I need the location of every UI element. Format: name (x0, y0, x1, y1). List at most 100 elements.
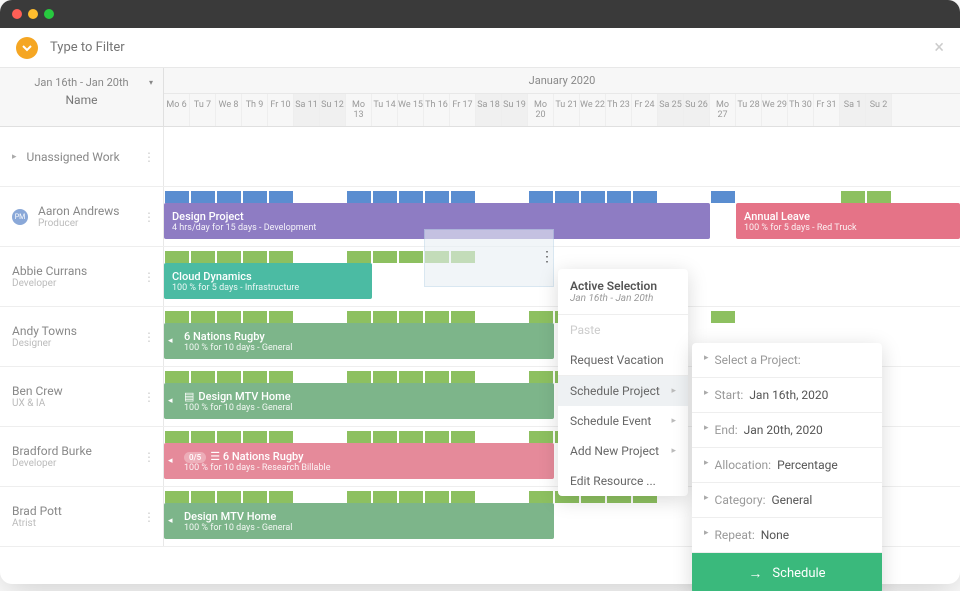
schedule-project-panel: ▸Select a Project: ▸Start: Jan 16th, 202… (692, 343, 882, 591)
task-bar[interactable]: Annual Leave100 % for 5 days - Red Truck (736, 203, 960, 239)
menu-item[interactable]: Schedule Project▸ (558, 376, 688, 406)
more-icon[interactable]: ⋮ (143, 330, 155, 344)
day-cell: Mo 6 (164, 94, 190, 126)
option-row[interactable]: ▸Repeat: None (692, 518, 882, 553)
menu-item[interactable]: Schedule Event▸ (558, 406, 688, 436)
arrow-left-icon: ◂ (168, 396, 173, 406)
menu-item[interactable]: Request Vacation (558, 345, 688, 375)
resource-side[interactable]: Brad PottAtrist⋮ (0, 487, 164, 546)
more-icon[interactable]: ⋮ (143, 510, 155, 524)
resource-side[interactable]: Ben CrewUX & IA⋮ (0, 367, 164, 426)
caret-icon: ▸ (704, 423, 709, 437)
caret-icon: ▸ (12, 152, 17, 162)
more-icon[interactable]: ⋮ (143, 150, 155, 164)
caret-icon: ▸ (704, 353, 709, 367)
resource-name: Andy Towns (12, 324, 77, 338)
task-bar[interactable]: Cloud Dynamics100 % for 5 days - Infrast… (164, 263, 372, 299)
day-cell: We 8 (216, 94, 242, 126)
option-row[interactable]: ▸Allocation: Percentage (692, 448, 882, 483)
menu-item: Paste (558, 315, 688, 345)
day-cell: Fr 17 (450, 94, 476, 126)
arrow-left-icon: ◂ (168, 456, 173, 466)
arrow-right-icon: ▸ (671, 446, 676, 456)
day-cell: Su 12 (320, 94, 346, 126)
name-column-label: Name (8, 93, 155, 107)
resource-track[interactable]: Design Project4 hrs/day for 15 days - De… (164, 187, 960, 246)
more-icon[interactable]: ⋮ (143, 450, 155, 464)
resource-name: Bradford Burke (12, 444, 92, 458)
task-bar[interactable]: ◂▤Design MTV Home100 % for 10 days - Gen… (164, 383, 554, 419)
day-cell: Sa 25 (658, 94, 684, 126)
day-cell: Th 23 (606, 94, 632, 126)
day-cell: Sa 1 (840, 94, 866, 126)
arrow-right-icon: → (748, 565, 762, 582)
more-icon[interactable]: ⋮ (143, 270, 155, 284)
list-icon: ☰ (210, 450, 220, 463)
month-label: January 2020 (164, 68, 960, 94)
day-cell: Mo 13 (346, 94, 372, 126)
day-cell: Mo 27 (710, 94, 736, 126)
resource-role: Producer (38, 218, 120, 229)
context-menu: Active Selection Jan 16th - Jan 20th Pas… (558, 269, 688, 496)
filter-input[interactable] (50, 40, 922, 55)
day-cell: We 29 (762, 94, 788, 126)
day-cell: Su 26 (684, 94, 710, 126)
close-dot[interactable] (12, 9, 22, 19)
day-cell: We 22 (580, 94, 606, 126)
caret-icon: ▸ (704, 528, 709, 542)
arrow-left-icon: ◂ (168, 516, 173, 526)
date-range-picker[interactable]: Jan 16th - Jan 20th▾ (8, 76, 155, 89)
arrow-right-icon: ▸ (671, 416, 676, 426)
caret-icon: ▸ (704, 458, 709, 472)
selection-handle-icon[interactable]: ⋮ (540, 249, 554, 265)
arrow-left-icon: ◂ (168, 336, 173, 346)
day-cell: Fr 10 (268, 94, 294, 126)
availability-bar (164, 191, 960, 203)
resource-role: UX & IA (12, 398, 63, 409)
window-titlebar (0, 0, 960, 28)
unassigned-row[interactable]: ▸ Unassigned Work ⋮ (0, 127, 960, 187)
task-bar[interactable]: ◂Design MTV Home100 % for 10 days - Gene… (164, 503, 554, 539)
close-icon[interactable]: × (934, 37, 944, 58)
day-cell: We 15 (398, 94, 424, 126)
day-cell: Th 9 (242, 94, 268, 126)
sidebar-header: Jan 16th - Jan 20th▾ Name (0, 68, 164, 126)
menu-item[interactable]: Add New Project▸ (558, 436, 688, 466)
zoom-dot[interactable] (44, 9, 54, 19)
option-row[interactable]: ▸End: Jan 20th, 2020 (692, 413, 882, 448)
resource-name: Aaron Andrews (38, 204, 120, 218)
caret-icon: ▸ (704, 493, 709, 507)
doc-icon: ▤ (184, 390, 194, 403)
day-cell: Mo 20 (528, 94, 554, 126)
day-cell: Fr 24 (632, 94, 658, 126)
more-icon[interactable]: ⋮ (143, 390, 155, 404)
resource-side[interactable]: Bradford BurkeDeveloper ⋮ (0, 427, 164, 486)
task-bar[interactable]: ◂6 Nations Rugby100 % for 10 days - Gene… (164, 323, 554, 359)
context-menu-header: Active Selection Jan 16th - Jan 20th (558, 269, 688, 315)
resource-side[interactable]: Andy TownsDesigner⋮ (0, 307, 164, 366)
chevron-down-icon: ▾ (149, 78, 153, 87)
minimize-dot[interactable] (28, 9, 38, 19)
timeline-header: Jan 16th - Jan 20th▾ Name January 2020 M… (0, 68, 960, 127)
toolbar: × (0, 28, 960, 68)
menu-item[interactable]: Edit Resource ... (558, 466, 688, 496)
day-cell: Th 30 (788, 94, 814, 126)
day-cell: Su 2 (866, 94, 892, 126)
more-icon[interactable]: ⋮ (143, 210, 155, 224)
day-cell: Tu 14 (372, 94, 398, 126)
option-row[interactable]: ▸Select a Project: (692, 343, 882, 378)
selection-overlay (424, 229, 554, 287)
task-badge: 0/5 (184, 452, 206, 463)
resource-role: Developer (12, 278, 87, 289)
day-cell: Tu 28 (736, 94, 762, 126)
option-row[interactable]: ▸Category: General (692, 483, 882, 518)
resource-side[interactable]: PMAaron AndrewsProducer⋮ (0, 187, 164, 246)
schedule-button[interactable]: → Schedule (692, 553, 882, 591)
schedule-body: ▸ Unassigned Work ⋮ PMAaron AndrewsProdu… (0, 127, 960, 591)
option-row[interactable]: ▸Start: Jan 16th, 2020 (692, 378, 882, 413)
task-bar[interactable]: ◂0/5☰ 6 Nations Rugby100 % for 10 days -… (164, 443, 554, 479)
resource-side[interactable]: Abbie CurransDeveloper⋮ (0, 247, 164, 306)
app-logo[interactable] (16, 37, 38, 59)
resource-role: Developer (12, 458, 92, 469)
day-cell: Sa 11 (294, 94, 320, 126)
